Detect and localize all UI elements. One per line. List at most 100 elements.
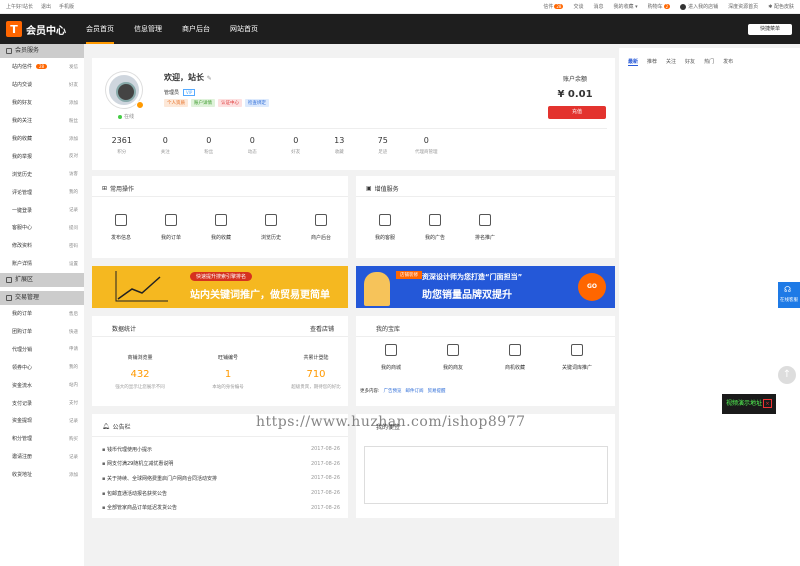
sidebar-item[interactable]: 支付记录 支付: [0, 394, 84, 412]
sidebar-item[interactable]: 站内信件 28 发信: [0, 58, 84, 76]
sidebar-item-sublink[interactable]: 设置: [69, 261, 78, 267]
more-link-trade-reminder[interactable]: 贸易提醒: [428, 388, 446, 394]
sidebar-item[interactable]: 一键登录 记录: [0, 201, 84, 219]
stat-item[interactable]: 13 收藏: [318, 136, 362, 155]
op-item[interactable]: 商机收藏: [484, 344, 546, 371]
notice-row[interactable]: 钱币代理使用小提示 2017-08-26: [102, 442, 340, 457]
sidebar-item-sublink[interactable]: 反对: [69, 153, 78, 159]
nav-member-home[interactable]: 会员首页: [86, 14, 114, 44]
quick-menu-button[interactable]: 快捷菜单: [748, 24, 792, 35]
sidebar-item[interactable]: 我的收藏 添加: [0, 130, 84, 148]
sidebar-item[interactable]: 积分管理 购买: [0, 430, 84, 448]
sidebar-item[interactable]: 我的订单 售后: [0, 305, 84, 323]
sidebar-item-sublink[interactable]: 访客: [69, 171, 78, 177]
sidebar-item-sublink[interactable]: 添加: [69, 100, 78, 106]
sidebar-item-sublink[interactable]: 支付: [69, 400, 78, 406]
shop-decoration-banner[interactable]: 店铺装修 资深设计师为您打造“门面担当” 助您销量品牌双提升 GO: [356, 266, 615, 308]
memo-textarea[interactable]: [364, 446, 608, 504]
op-item[interactable]: 商户后台: [296, 214, 346, 241]
profile-tag[interactable]: 检查绑定: [245, 99, 269, 107]
op-item[interactable]: 排名推广: [460, 214, 510, 241]
nav-merchant-backend[interactable]: 商户后台: [182, 14, 210, 44]
sidebar-item[interactable]: 邀请注册 记录: [0, 448, 84, 466]
op-item[interactable]: 我的订单: [146, 214, 196, 241]
op-item[interactable]: 我的客服: [360, 214, 410, 241]
sidebar-item[interactable]: 站内交谈 好友: [0, 76, 84, 94]
sidebar-item[interactable]: 领券中心 我的: [0, 358, 84, 376]
sidebar-item[interactable]: 评论管理 我的: [0, 183, 84, 201]
keyword-promo-banner[interactable]: 快速提升搜索引擎排名 站内关键词推广，做贸易更简单: [92, 266, 348, 308]
mobile-link[interactable]: 手机版: [59, 3, 74, 10]
sidebar-item[interactable]: 收货地址 添加: [0, 466, 84, 484]
stat-item[interactable]: 0 粉丝: [187, 136, 231, 155]
sidebar-item[interactable]: 资金提现 记录: [0, 412, 84, 430]
sidebar-item-sublink[interactable]: 快递: [69, 329, 78, 335]
sidebar-item-sublink[interactable]: 记录: [69, 454, 78, 460]
sidebar-section-member[interactable]: 会员服务: [0, 44, 84, 58]
sidebar-item-sublink[interactable]: 记录: [69, 207, 78, 213]
notice-row[interactable]: 包邮直通活动报名获奖公告 2017-08-26: [102, 486, 340, 501]
right-tab[interactable]: 最新: [628, 58, 639, 66]
go-button[interactable]: GO: [578, 273, 606, 301]
sidebar-item[interactable]: 浏览历史 访客: [0, 165, 84, 183]
op-item[interactable]: 我的收藏: [196, 214, 246, 241]
top-link-mail[interactable]: 信件 28: [543, 3, 564, 10]
more-link-mail-subscribe[interactable]: 邮件订阅: [406, 388, 424, 394]
back-to-top-button[interactable]: ↑: [778, 366, 796, 384]
sidebar-item[interactable]: 团购订单 快递: [0, 323, 84, 341]
sidebar-item-sublink[interactable]: 我的: [69, 364, 78, 370]
top-link-home[interactable]: 深度资源首页: [728, 3, 758, 10]
op-item[interactable]: 发布信息: [96, 214, 146, 241]
sidebar-item-sublink[interactable]: 密码: [69, 243, 78, 249]
sidebar-item-sublink[interactable]: 发信: [69, 64, 78, 70]
notice-row[interactable]: 网支付满29随机立减优惠说明 2017-08-26: [102, 457, 340, 472]
logout-link[interactable]: 退出: [41, 3, 51, 10]
right-tab[interactable]: 发布: [723, 58, 733, 66]
online-service-button[interactable]: ☊ 在线客服: [778, 282, 800, 308]
op-item[interactable]: 我的商城: [360, 344, 422, 371]
stat-item[interactable]: 75 足迹: [361, 136, 405, 155]
notice-row[interactable]: 全部管家商品订单延迟发货公告 2017-08-26: [102, 500, 340, 515]
op-item[interactable]: 关键词库推广: [546, 344, 608, 371]
op-item[interactable]: 我的广告: [410, 214, 460, 241]
sidebar-item[interactable]: 我的举报 反对: [0, 147, 84, 165]
right-tab[interactable]: 好友: [685, 58, 695, 66]
sidebar-item[interactable]: 代理分销 申请: [0, 340, 84, 358]
nav-site-home[interactable]: 网站首页: [230, 14, 258, 44]
sidebar-item-sublink[interactable]: 我的: [69, 189, 78, 195]
top-link-chat[interactable]: 交谈: [573, 3, 583, 10]
right-tab[interactable]: 关注: [666, 58, 676, 66]
stat-item[interactable]: 2361 积分: [100, 136, 144, 155]
op-item[interactable]: 我的商友: [422, 344, 484, 371]
profile-tag[interactable]: 个人资质: [164, 99, 188, 107]
sidebar-item[interactable]: 客服中心 提问: [0, 219, 84, 237]
profile-tag[interactable]: 认证中心: [218, 99, 242, 107]
sidebar-item-sublink[interactable]: 添加: [69, 472, 78, 478]
sidebar-section-extend[interactable]: 扩展区: [0, 272, 84, 287]
sidebar-section-trade[interactable]: 交易管理: [0, 290, 84, 305]
edit-icon[interactable]: ✎: [207, 75, 212, 82]
sidebar-item-sublink[interactable]: 提问: [69, 225, 78, 231]
top-link-skin[interactable]: ✱ 配色皮肤: [768, 3, 794, 10]
sidebar-item-sublink[interactable]: 粉丝: [69, 118, 78, 124]
top-link-cart[interactable]: 购物车 2: [648, 3, 671, 10]
nav-info-manage[interactable]: 信息管理: [134, 14, 162, 44]
sidebar-item[interactable]: 资金流水 站内: [0, 376, 84, 394]
view-shop-link[interactable]: 查看店铺: [310, 324, 334, 333]
top-link-favorites[interactable]: 我的收藏 ▾: [613, 3, 637, 10]
sidebar-item[interactable]: 修改资料 密码: [0, 237, 84, 255]
more-link-ad-preview[interactable]: 广告预览: [384, 388, 402, 394]
sidebar-item-sublink[interactable]: 记录: [69, 418, 78, 424]
op-item[interactable]: 浏览历史: [246, 214, 296, 241]
right-tab[interactable]: 热门: [704, 58, 714, 66]
sidebar-item-sublink[interactable]: 购买: [69, 436, 78, 442]
sidebar-item-sublink[interactable]: 售后: [69, 311, 78, 317]
video-demo-popup[interactable]: 视频演示地址 ×: [722, 394, 776, 414]
stat-item[interactable]: 0 好友: [274, 136, 318, 155]
right-tab[interactable]: 推荐: [647, 58, 657, 66]
profile-tag[interactable]: 账户详情: [191, 99, 215, 107]
sidebar-item-sublink[interactable]: 好友: [69, 82, 78, 88]
close-icon[interactable]: ×: [763, 399, 772, 408]
stat-item[interactable]: 0 代理商管理: [405, 136, 449, 155]
sidebar-item-sublink[interactable]: 站内: [69, 382, 78, 388]
